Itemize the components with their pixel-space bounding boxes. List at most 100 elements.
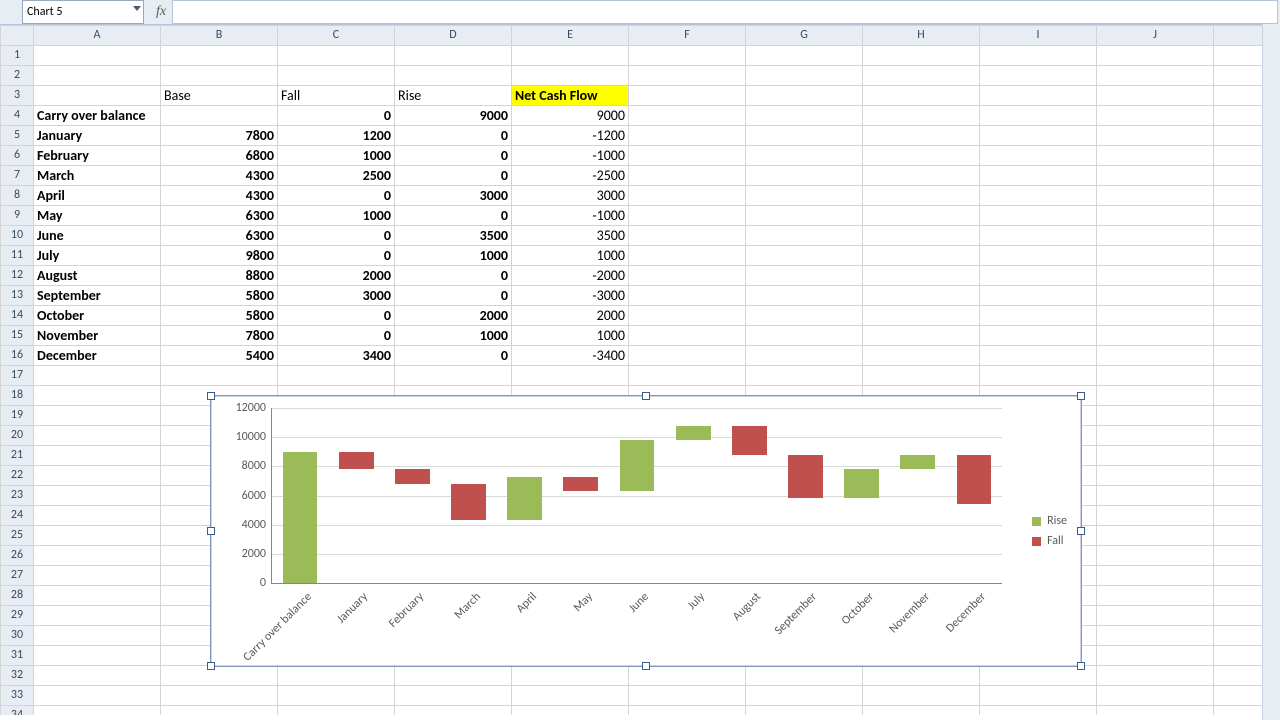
cell[interactable] [980,86,1097,106]
row-header[interactable]: 9 [1,206,34,226]
row-header[interactable]: 27 [1,566,34,586]
cell[interactable]: Fall [278,86,395,106]
cell[interactable]: 0 [395,166,512,186]
cell[interactable] [863,306,980,326]
cell[interactable]: November [34,326,161,346]
cell[interactable] [629,686,746,706]
row-header[interactable]: 7 [1,166,34,186]
cell[interactable] [863,186,980,206]
cell[interactable]: February [34,146,161,166]
cell[interactable]: 0 [395,346,512,366]
cell[interactable]: 6800 [161,146,278,166]
cell[interactable] [863,706,980,716]
cell[interactable] [863,126,980,146]
cell[interactable] [34,586,161,606]
cell[interactable]: May [34,206,161,226]
cell[interactable] [395,686,512,706]
cell[interactable] [1097,686,1214,706]
cell[interactable] [746,226,863,246]
row-header[interactable]: 15 [1,326,34,346]
cell[interactable] [161,366,278,386]
cell[interactable] [746,266,863,286]
row-header[interactable]: 3 [1,86,34,106]
cell[interactable] [863,106,980,126]
cell[interactable] [34,626,161,646]
cell[interactable] [1097,586,1214,606]
cell[interactable] [629,206,746,226]
cell[interactable] [863,146,980,166]
cell[interactable]: September [34,286,161,306]
cell[interactable] [863,206,980,226]
cell[interactable] [1097,46,1214,66]
cell[interactable] [395,46,512,66]
cell[interactable]: 8800 [161,266,278,286]
cell[interactable] [161,706,278,716]
cell[interactable] [1097,66,1214,86]
cell[interactable]: 1200 [278,126,395,146]
resize-handle[interactable] [207,392,215,400]
embedded-chart[interactable]: 020004000600080001000012000 Carry over b… [210,395,1082,667]
cell[interactable] [980,246,1097,266]
resize-handle[interactable] [1077,662,1085,670]
cell[interactable]: 6300 [161,206,278,226]
column-header[interactable]: B [161,26,278,46]
cell[interactable] [395,66,512,86]
cell[interactable]: -1200 [512,126,629,146]
cell[interactable]: July [34,246,161,266]
name-box[interactable]: Chart 5 [22,0,144,24]
cell[interactable] [980,346,1097,366]
cell[interactable] [512,46,629,66]
cell[interactable] [278,46,395,66]
cell[interactable] [980,66,1097,86]
row-header[interactable]: 10 [1,226,34,246]
cell[interactable] [34,546,161,566]
cell[interactable]: 4300 [161,166,278,186]
cell[interactable] [980,166,1097,186]
cell[interactable]: 9000 [512,106,629,126]
column-header[interactable]: C [278,26,395,46]
cell[interactable] [34,426,161,446]
cell[interactable]: April [34,186,161,206]
cell[interactable] [512,706,629,716]
cell[interactable] [395,706,512,716]
cell[interactable] [746,146,863,166]
cell[interactable] [1097,546,1214,566]
cell[interactable]: 9000 [395,106,512,126]
cell[interactable]: 0 [278,326,395,346]
cell[interactable] [746,66,863,86]
cell[interactable] [1097,226,1214,246]
cell[interactable] [629,66,746,86]
cell[interactable]: 2000 [278,266,395,286]
cell[interactable] [629,706,746,716]
cell[interactable]: 1000 [512,326,629,346]
cell[interactable] [1097,386,1214,406]
cell[interactable] [629,306,746,326]
cell[interactable] [1097,466,1214,486]
cell[interactable] [980,186,1097,206]
row-header[interactable]: 31 [1,646,34,666]
cell[interactable] [980,706,1097,716]
cell[interactable] [863,326,980,346]
cell[interactable] [1097,106,1214,126]
cell[interactable]: -2500 [512,166,629,186]
row-header[interactable]: 6 [1,146,34,166]
cell[interactable]: -1000 [512,146,629,166]
cell[interactable] [980,106,1097,126]
cell[interactable] [863,366,980,386]
cell[interactable] [980,326,1097,346]
column-header[interactable]: J [1097,26,1214,46]
cell[interactable]: 0 [278,306,395,326]
cell[interactable]: -1000 [512,206,629,226]
cell[interactable]: 7800 [161,326,278,346]
row-header[interactable]: 5 [1,126,34,146]
cell[interactable] [1097,506,1214,526]
cell[interactable]: 1000 [278,146,395,166]
row-header[interactable]: 34 [1,706,34,716]
cell[interactable]: December [34,346,161,366]
cell[interactable] [1097,626,1214,646]
row-header[interactable]: 21 [1,446,34,466]
row-header[interactable]: 17 [1,366,34,386]
cell[interactable] [980,126,1097,146]
cell[interactable] [1097,326,1214,346]
cell[interactable] [1097,406,1214,426]
